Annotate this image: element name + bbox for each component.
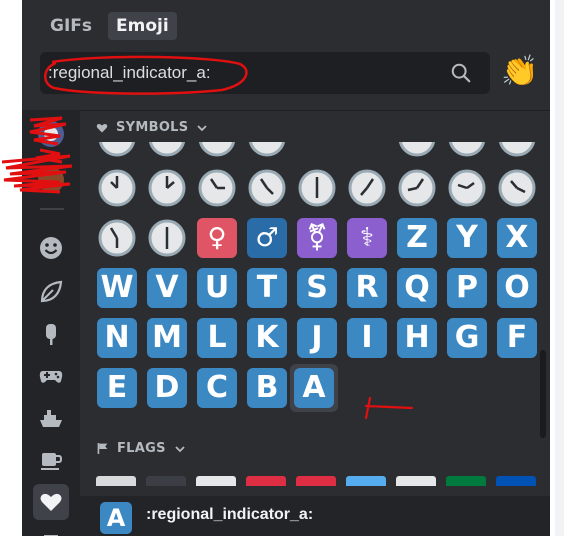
regional-indicator-emoji[interactable]: U: [193, 264, 241, 312]
chevron-down-icon: [197, 124, 208, 131]
regional-indicator-emoji[interactable]: F: [493, 314, 541, 362]
rail-flags[interactable]: [33, 526, 69, 536]
section-header-flags[interactable]: FLAGS: [96, 441, 186, 456]
flag-icon: [97, 443, 108, 454]
regional-indicator-emoji[interactable]: D: [143, 364, 191, 412]
ship-icon: [40, 410, 62, 427]
grid-scrollbar-thumb[interactable]: [540, 350, 546, 438]
tab-gifs[interactable]: GIFs: [42, 12, 100, 40]
rail-activities[interactable]: [33, 358, 69, 394]
regional-indicator-emoji[interactable]: X: [493, 214, 541, 262]
rail-travel[interactable]: [33, 400, 69, 436]
regional-indicator-emoji[interactable]: N: [93, 314, 141, 362]
section-header-symbols[interactable]: SYMBOLS: [96, 120, 208, 135]
regional-indicator-emoji[interactable]: B: [243, 364, 291, 412]
skin-tone-button[interactable]: 👏: [500, 54, 540, 90]
search-icon[interactable]: [450, 62, 472, 84]
flag-emoji[interactable]: [346, 476, 386, 486]
regional-indicator-emoji[interactable]: M: [143, 314, 191, 362]
preview-emoji-name: :regional_indicator_a:: [146, 506, 314, 523]
coffee-cup-icon: [41, 453, 63, 470]
outer-scrollbar[interactable]: [555, 0, 564, 536]
clock-emoji[interactable]: [93, 214, 141, 262]
regional-indicator-emoji[interactable]: Q: [393, 264, 441, 312]
flag-emoji[interactable]: [496, 476, 536, 486]
rail-symbols[interactable]: [33, 484, 69, 520]
clock-emoji[interactable]: [393, 164, 441, 212]
regional-indicator-emoji[interactable]: R: [343, 264, 391, 312]
flag-emoji[interactable]: [196, 476, 236, 486]
rail-separator: [40, 208, 64, 210]
clock-emoji[interactable]: [143, 142, 191, 162]
male-sign-emoji[interactable]: ♂: [243, 214, 291, 262]
gamepad-icon: [39, 371, 63, 383]
clock-emoji[interactable]: [343, 164, 391, 212]
regional-indicator-emoji[interactable]: C: [193, 364, 241, 412]
chevron-down-icon: [175, 445, 185, 452]
clock-emoji[interactable]: [93, 164, 141, 212]
clock-emoji[interactable]: [193, 142, 241, 162]
flag-emoji[interactable]: [396, 476, 436, 486]
server-emoji-avatar-1[interactable]: [33, 116, 69, 152]
medical-symbol-emoji[interactable]: ⚕: [343, 214, 391, 262]
rail-objects[interactable]: [33, 442, 69, 478]
regional-indicator-emoji[interactable]: P: [443, 264, 491, 312]
regional-indicator-emoji[interactable]: O: [493, 264, 541, 312]
category-rail: [22, 110, 80, 536]
picker-tabs: GIFs Emoji: [22, 0, 550, 50]
flag-icon: [44, 535, 58, 536]
clock-emoji[interactable]: [443, 164, 491, 212]
rail-food[interactable]: [33, 316, 69, 352]
clock-emoji[interactable]: [443, 142, 491, 162]
rail-nature[interactable]: [33, 274, 69, 310]
regional-indicator-emoji[interactable]: Y: [443, 214, 491, 262]
clock-emoji[interactable]: [293, 164, 341, 212]
tab-emoji[interactable]: Emoji: [108, 12, 177, 40]
leaf-icon: [40, 280, 63, 303]
section-label: FLAGS: [117, 441, 166, 456]
section-label: SYMBOLS: [116, 120, 189, 135]
heart-icon: [40, 493, 62, 511]
regional-indicator-emoji[interactable]: J: [293, 314, 341, 362]
emoji-grid: ♀ ♂ ⚧ ⚕ Z Y X W V U T S R Q P O N M L K …: [90, 142, 545, 480]
regional-indicator-emoji[interactable]: E: [93, 364, 141, 412]
regional-indicator-emoji[interactable]: K: [243, 314, 291, 362]
ice-pop-icon: [46, 324, 56, 345]
flag-emoji[interactable]: [146, 476, 186, 486]
clock-emoji[interactable]: [143, 214, 191, 262]
clock-emoji[interactable]: [193, 164, 241, 212]
clock-emoji[interactable]: [143, 164, 191, 212]
clock-emoji[interactable]: [243, 164, 291, 212]
flag-emoji[interactable]: [96, 476, 136, 486]
clock-emoji[interactable]: [493, 164, 541, 212]
flag-emoji[interactable]: [446, 476, 486, 486]
regional-indicator-emoji[interactable]: W: [93, 264, 141, 312]
flag-emoji[interactable]: [296, 476, 336, 486]
regional-indicator-emoji[interactable]: V: [143, 264, 191, 312]
transgender-symbol-emoji[interactable]: ⚧: [293, 214, 341, 262]
server-emoji-avatar-2[interactable]: [33, 162, 69, 198]
emoji-preview-footer: A :regional_indicator_a:: [80, 496, 550, 536]
clock-emoji[interactable]: [243, 142, 291, 162]
regional-indicator-emoji[interactable]: Z: [393, 214, 441, 262]
clock-emoji[interactable]: [93, 142, 141, 162]
regional-indicator-emoji[interactable]: L: [193, 314, 241, 362]
search-input[interactable]: [48, 52, 443, 94]
regional-indicator-emoji[interactable]: S: [293, 264, 341, 312]
heart-icon: [96, 123, 108, 132]
clock-emoji[interactable]: [493, 142, 541, 162]
regional-indicator-emoji[interactable]: H: [393, 314, 441, 362]
regional-indicator-a-emoji-selected[interactable]: A: [290, 364, 338, 412]
header-divider: [22, 110, 550, 111]
clock-emoji[interactable]: [393, 142, 441, 162]
female-sign-emoji[interactable]: ♀: [193, 214, 241, 262]
rail-smileys[interactable]: [33, 230, 69, 266]
smiley-face-icon: [40, 237, 62, 259]
regional-indicator-emoji[interactable]: G: [443, 314, 491, 362]
preview-emoji: A: [100, 502, 132, 534]
search-bar: [40, 52, 490, 94]
regional-indicator-emoji[interactable]: T: [243, 264, 291, 312]
flag-emoji[interactable]: [246, 476, 286, 486]
regional-indicator-emoji[interactable]: I: [343, 314, 391, 362]
